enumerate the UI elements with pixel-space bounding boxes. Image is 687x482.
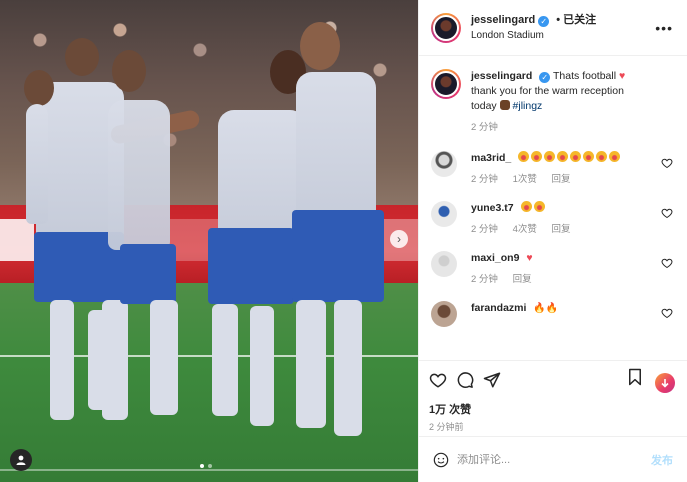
carousel-dots: [200, 464, 212, 468]
next-image-button[interactable]: ›: [390, 230, 408, 248]
location-link[interactable]: London Stadium: [471, 28, 596, 43]
comment-item: ma3rid_ 2 分钟 1次赞 回复: [431, 151, 675, 187]
follow-status[interactable]: • 已关注: [556, 14, 596, 26]
comment-username[interactable]: ma3rid_: [471, 152, 511, 164]
header-username[interactable]: jesselingard: [471, 14, 535, 26]
comment-item: yune3.t7 2 分钟 4次赞 回复: [431, 201, 675, 237]
comment-likes[interactable]: 1次赞: [513, 174, 537, 185]
caption-time: 2 分钟: [471, 122, 498, 133]
caption: jesselingard ✓ Thats football ♥ thank you…: [431, 69, 675, 135]
arrow-down-icon: [661, 379, 669, 388]
comment-username[interactable]: maxi_on9: [471, 252, 519, 264]
red-heart-emoji: ♥: [618, 70, 626, 82]
likes-count[interactable]: 1万 次赞: [429, 401, 677, 417]
reels-button[interactable]: [655, 373, 675, 393]
carousel-dot[interactable]: [200, 464, 204, 468]
comment-item: maxi_on9 ♥ 2 分钟 回复: [431, 251, 675, 287]
caption-username[interactable]: jesselingard: [471, 70, 532, 82]
caption-body: jesselingard ✓ Thats football ♥ thank you…: [471, 69, 651, 135]
avatar[interactable]: [431, 301, 457, 327]
red-heart-emoji: ♥: [526, 252, 533, 264]
share-icon[interactable]: [483, 371, 501, 389]
heart-icon[interactable]: [661, 307, 673, 319]
fire-emoji: 🔥🔥: [533, 303, 559, 314]
comment-meta: 2 分钟 1次赞 回复: [471, 172, 651, 187]
reply-button[interactable]: 回复: [552, 224, 571, 235]
user-icon: [16, 455, 26, 465]
heart-icon[interactable]: [429, 371, 447, 389]
comment-time: 2 分钟: [471, 224, 498, 235]
comment-body: maxi_on9 ♥ 2 分钟 回复: [471, 251, 651, 287]
comment-body: yune3.t7 2 分钟 4次赞 回复: [471, 201, 651, 237]
post-side-panel: jesselingard ✓ • 已关注 London Stadium ••• j…: [418, 0, 687, 482]
comment-likes[interactable]: 4次赞: [513, 224, 537, 235]
post-time: 2 分钟前: [429, 422, 464, 432]
avatar[interactable]: [431, 12, 461, 43]
comment-item: farandazmi 🔥🔥: [431, 301, 675, 327]
hashtag-link[interactable]: #jlingz: [513, 100, 543, 112]
comment-box: 发布: [419, 436, 687, 482]
heart-icon[interactable]: [661, 157, 673, 169]
caption-text-2: thank you for the warm reception today: [471, 85, 624, 112]
caption-text: Thats football: [553, 70, 617, 82]
heart-eyes-emoji: [518, 151, 622, 164]
emoji-icon[interactable]: [433, 452, 449, 468]
comment-body: ma3rid_ 2 分钟 1次赞 回复: [471, 151, 651, 187]
bookmark-icon[interactable]: [627, 368, 643, 386]
comments-list[interactable]: jesselingard ✓ Thats football ♥ thank you…: [419, 57, 687, 360]
heart-icon[interactable]: [661, 207, 673, 219]
reply-button[interactable]: 回复: [513, 274, 532, 285]
comment-time: 2 分钟: [471, 174, 498, 185]
comment-meta: 2 分钟 回复: [471, 272, 651, 287]
heart-eyes-emoji: [520, 201, 547, 214]
comment-icon[interactable]: [456, 371, 474, 389]
post-actions: 1万 次赞 2 分钟前: [419, 360, 687, 436]
avatar[interactable]: [431, 151, 457, 177]
pitch-line: [0, 469, 418, 471]
comment-username[interactable]: farandazmi: [471, 302, 526, 314]
comment-time: 2 分钟: [471, 274, 498, 285]
tagged-users-button[interactable]: [10, 449, 32, 471]
post-header: jesselingard ✓ • 已关注 London Stadium •••: [419, 0, 687, 56]
avatar[interactable]: [431, 251, 457, 277]
reply-button[interactable]: 回复: [552, 174, 571, 185]
comment-username[interactable]: yune3.t7: [471, 202, 514, 214]
heart-icon[interactable]: [661, 257, 673, 269]
verified-icon: ✓: [539, 72, 551, 83]
more-icon[interactable]: •••: [655, 20, 673, 36]
carousel-dot[interactable]: [208, 464, 212, 468]
ad-panel: [0, 219, 34, 261]
post-comment-button[interactable]: 发布: [651, 452, 673, 468]
avatar[interactable]: [431, 201, 457, 227]
comment-body: farandazmi 🔥🔥: [471, 301, 651, 327]
thumbs-emoji: [499, 100, 510, 110]
avatar[interactable]: [431, 69, 461, 99]
header-text: jesselingard ✓ • 已关注 London Stadium: [471, 13, 596, 43]
verified-icon: ✓: [538, 15, 550, 27]
comment-meta: 2 分钟 4次赞 回复: [471, 222, 651, 237]
post-photo[interactable]: ›: [0, 0, 418, 482]
post-window: › jesselingard ✓ • 已关注 London Stadium •••: [0, 0, 687, 482]
comment-input[interactable]: [457, 453, 651, 466]
